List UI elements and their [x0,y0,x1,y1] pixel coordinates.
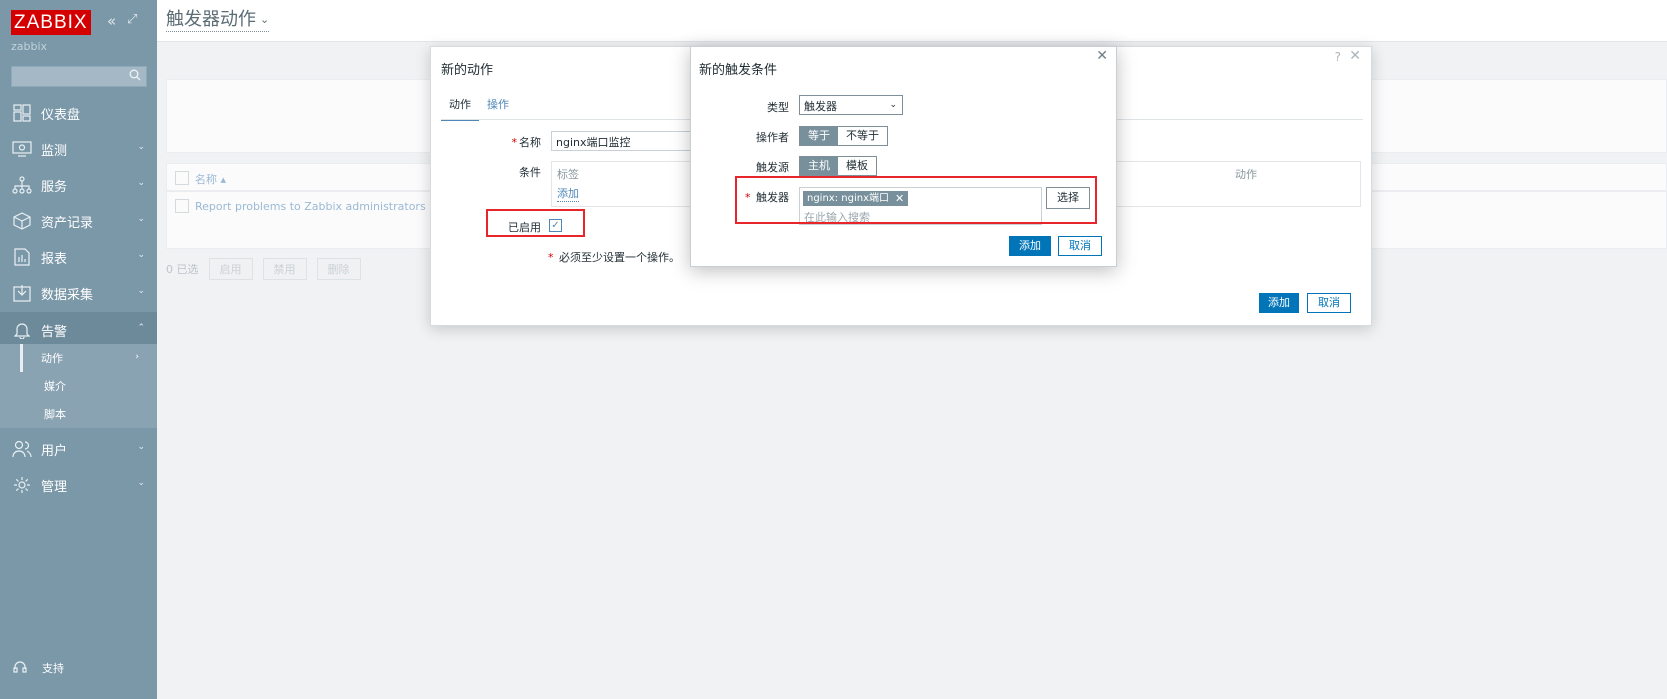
alerts-icon [11,320,33,340]
submenu-label: 脚本 [44,408,66,421]
dialog-tabs: 动作 操作 [441,96,517,121]
close-icon[interactable]: ✕ [1096,48,1108,64]
services-icon [11,175,33,195]
data-collection-icon [11,283,33,303]
menu-label: 监测 [41,143,68,159]
chevron-down-icon: ⌄ [260,13,270,26]
chevron-down-icon: ⌄ [137,178,145,188]
sidebar-search-input[interactable] [11,66,147,87]
operator-toggle: 等于 不等于 [799,126,888,146]
menu-item-monitoring[interactable]: 监测 ⌄ [0,131,157,167]
page-title[interactable]: 触发器动作 ⌄ [166,9,270,32]
chevron-down-icon: ⌄ [137,250,145,260]
chevron-down-icon: ⌄ [137,478,145,488]
submenu-item-actions[interactable]: 动作 › [20,344,157,372]
add-condition-button[interactable]: 添加 [1009,236,1051,256]
menu-item-dashboard[interactable]: 仪表盘 [0,95,157,131]
source-option-host[interactable]: 主机 [800,157,838,175]
reports-icon [11,247,33,267]
dashboard-icon [11,103,33,123]
operator-option-equals[interactable]: 等于 [800,127,838,145]
source-toggle: 主机 模板 [799,156,877,176]
alerts-submenu: 动作 › 媒介 脚本 [0,344,157,428]
chevron-up-icon: ⌃ [137,323,145,333]
dialog-title: 新的动作 [441,63,494,78]
zabbix-logo[interactable]: ZABBIX [11,10,91,35]
support-label: 支持 [42,662,64,675]
add-action-button[interactable]: 添加 [1259,293,1299,313]
search-icon[interactable] [129,69,141,85]
required-mark: * [511,136,518,149]
menu-item-inventory[interactable]: 资产记录 ⌄ [0,203,157,239]
menu-label: 报表 [41,251,68,267]
submenu-item-scripts[interactable]: 脚本 [0,400,157,428]
required-note-text: 必须至少设置一个操作。 [559,251,680,264]
server-name: zabbix [11,40,48,53]
users-icon [11,439,33,459]
menu-item-data-collection[interactable]: 数据采集 ⌄ [0,275,157,311]
conditions-label: 条件 [519,166,541,179]
required-mark: * [548,251,554,264]
operator-label: 操作者 [756,131,789,144]
dialog-title: 新的触发条件 [699,63,778,78]
menu-label: 用户 [41,443,68,459]
submenu-label: 动作 [41,352,63,365]
submenu-item-media[interactable]: 媒介 [0,372,157,400]
menu-label: 服务 [41,179,68,195]
chevron-down-icon: ⌄ [889,100,897,110]
menu-item-alerts[interactable]: 告警 ⌃ [0,312,157,348]
tab-operations[interactable]: 操作 [479,96,517,121]
type-select[interactable]: 触发器 ⌄ [799,95,903,115]
submenu-label: 媒介 [44,380,66,393]
menu-label: 告警 [41,324,68,340]
tab-action[interactable]: 动作 [441,96,479,121]
conditions-col-action: 动作 [1235,168,1257,181]
chevron-down-icon: ⌄ [137,286,145,296]
monitoring-icon [11,139,33,159]
conditions-col-label: 标签 [557,168,579,181]
cancel-action-button[interactable]: 取消 [1307,293,1351,313]
type-select-value: 触发器 [804,100,837,113]
menu-item-administration[interactable]: 管理 ⌄ [0,467,157,503]
menu-item-services[interactable]: 服务 ⌄ [0,167,157,203]
action-name-input[interactable]: nginx端口监控 [551,131,711,151]
source-label: 触发源 [756,161,789,174]
chevron-down-icon: ⌄ [137,142,145,152]
chevron-down-icon: ⌄ [137,214,145,224]
source-option-template[interactable]: 模板 [838,157,876,175]
close-icon[interactable]: ✕ [1349,48,1361,64]
operator-option-not-equals[interactable]: 不等于 [838,127,887,145]
chevron-down-icon: ⌄ [137,442,145,452]
menu-label: 资产记录 [41,215,94,231]
highlight-box [486,209,585,237]
menu-label: 管理 [41,479,68,495]
name-label: * 名称 [481,134,542,150]
type-label: 类型 [767,101,789,114]
add-condition-link[interactable]: 添加 [557,185,579,202]
administration-icon [11,475,33,495]
name-label-text: 名称 [519,136,541,149]
page-header: 触发器动作 ⌄ [157,0,1667,42]
menu-label: 仪表盘 [41,107,81,123]
inventory-icon [11,211,33,231]
support-link[interactable]: 支持 [0,656,157,680]
cancel-condition-button[interactable]: 取消 [1058,236,1102,256]
required-note: * 必须至少设置一个操作。 [548,249,680,265]
page-title-text: 触发器动作 [166,9,256,30]
headset-icon [13,660,29,677]
menu-label: 数据采集 [41,287,94,303]
collapse-sidebar-icon[interactable]: « [107,12,116,30]
highlight-box [735,176,1097,224]
new-trigger-condition-dialog: 新的触发条件 ✕ 类型 触发器 ⌄ 操作者 等于 不等于 触发源 主机 模板 *… [690,46,1117,267]
kiosk-mode-icon[interactable]: ⤢ [127,12,137,27]
menu-item-reports[interactable]: 报表 ⌄ [0,239,157,275]
menu-item-users[interactable]: 用户 ⌄ [0,431,157,467]
help-icon[interactable]: ? [1335,50,1341,64]
chevron-right-icon: › [135,352,139,362]
sidebar: ZABBIX « ⤢ zabbix 仪表盘 监测 ⌄ 服务 ⌄ 资产记录 ⌄ 报… [0,0,157,699]
